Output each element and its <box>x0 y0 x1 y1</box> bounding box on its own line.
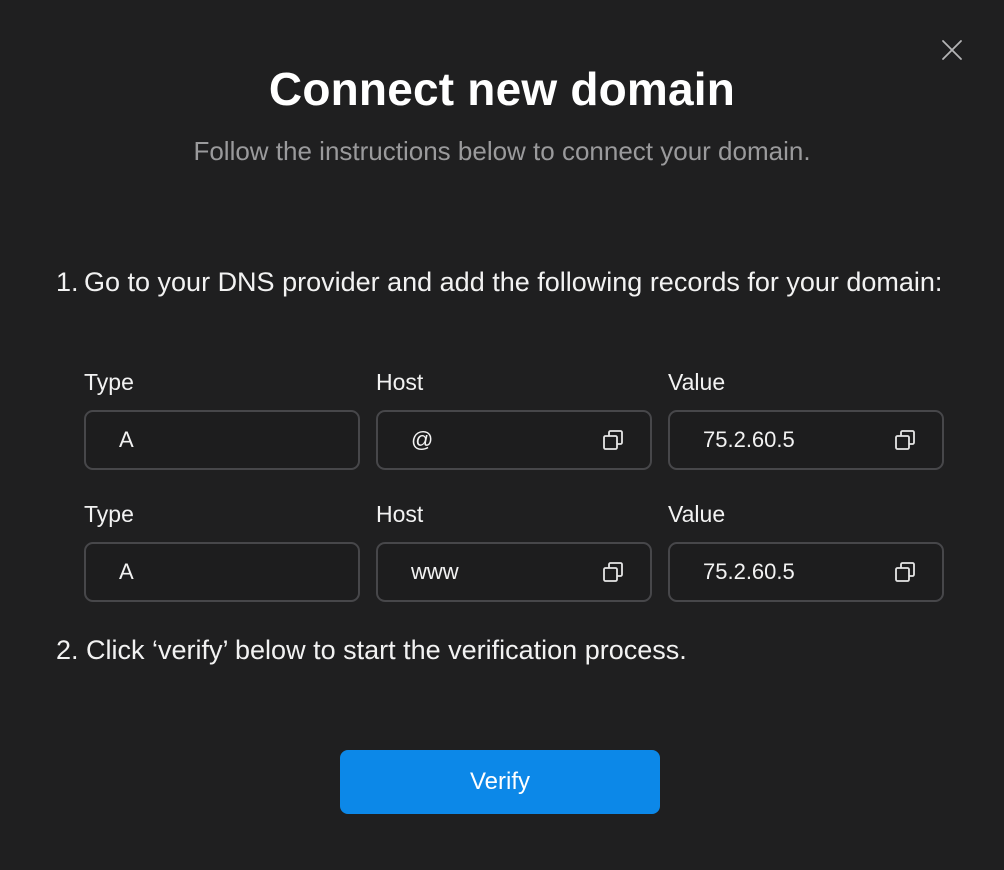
type-field[interactable]: A <box>84 542 360 602</box>
instruction-step-1: 1. Go to your DNS provider and add the f… <box>56 260 956 304</box>
dialog-subtitle: Follow the instructions below to connect… <box>193 136 811 166</box>
type-column: Type A <box>84 498 360 602</box>
host-label: Host <box>376 369 424 395</box>
copy-icon[interactable] <box>600 559 626 585</box>
value-column: Value 75.2.60.5 <box>668 498 944 602</box>
type-label: Type <box>84 501 134 527</box>
copy-icon[interactable] <box>892 427 918 453</box>
value-value: 75.2.60.5 <box>703 559 795 584</box>
close-icon <box>942 40 962 60</box>
host-column: Host www <box>376 498 652 602</box>
value-field[interactable]: 75.2.60.5 <box>668 542 944 602</box>
verify-button[interactable]: Verify <box>340 750 660 814</box>
type-field[interactable]: A <box>84 410 360 470</box>
step-1-number: 1. <box>56 267 79 297</box>
instruction-step-2: 2. Click ‘verify’ below to start the ver… <box>56 635 687 665</box>
type-value: A <box>119 427 134 452</box>
dialog-title: Connect new domain <box>268 63 736 115</box>
copy-icon[interactable] <box>600 427 626 453</box>
value-column: Value 75.2.60.5 <box>668 366 944 470</box>
connect-domain-dialog: Connect new domain Follow the instructio… <box>0 0 1004 870</box>
value-label: Value <box>668 369 726 395</box>
host-label: Host <box>376 501 424 527</box>
host-field[interactable]: www <box>376 542 652 602</box>
value-field[interactable]: 75.2.60.5 <box>668 410 944 470</box>
dns-records: Type A Host @ Value 75.2.60.5 Type A Hos… <box>84 366 944 602</box>
host-value: @ <box>411 427 434 452</box>
type-column: Type A <box>84 366 360 470</box>
copy-icon[interactable] <box>892 559 918 585</box>
value-label: Value <box>668 501 726 527</box>
step-1-text: Go to your DNS provider and add the foll… <box>84 267 943 297</box>
host-column: Host @ <box>376 366 652 470</box>
host-field[interactable]: @ <box>376 410 652 470</box>
value-value: 75.2.60.5 <box>703 427 795 452</box>
type-label: Type <box>84 369 134 395</box>
type-value: A <box>119 559 134 584</box>
dns-record-row: Type A Host @ Value 75.2.60.5 <box>84 366 944 470</box>
host-value: www <box>411 559 459 584</box>
dns-record-row: Type A Host www Value 75.2.60.5 <box>84 498 944 602</box>
